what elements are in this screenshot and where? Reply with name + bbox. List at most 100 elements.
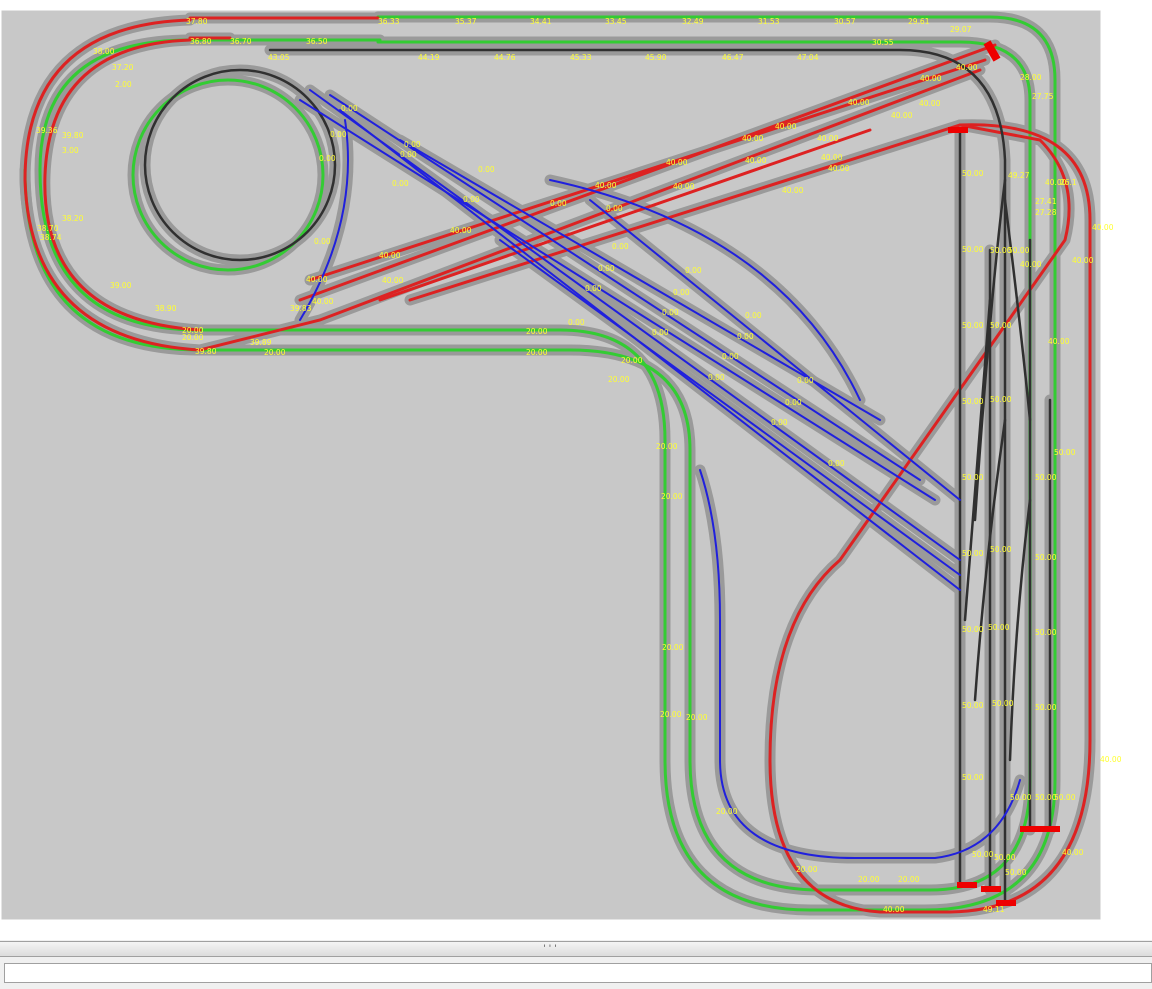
elevation-label-blue-fan: 0.00 — [737, 332, 754, 341]
elevation-label-blue-fan: 0.00 — [745, 311, 762, 320]
horizontal-scrollbar[interactable]: ''' — [0, 941, 1152, 957]
elevation-label-yard: 50.00 — [962, 625, 984, 634]
status-bar — [0, 958, 1152, 989]
elevation-label-blue-fan: 0.00 — [598, 264, 615, 273]
elevation-label-right-side: 27.28 — [1035, 208, 1057, 217]
elevation-label-right-side: 49.11 — [983, 905, 1005, 914]
elevation-label-yard: 50.00 — [1054, 793, 1076, 802]
elevation-label-yard: 50.00 — [990, 545, 1012, 554]
elevation-label-blue-fan: 0.00 — [722, 352, 739, 361]
elevation-label-top-row: 34.41 — [530, 17, 552, 26]
elevation-label-top-row: 35.37 — [455, 17, 477, 26]
elevation-label-red-ramp: 40.00 — [745, 156, 767, 165]
elevation-label-left-loop: 38.70 — [37, 224, 59, 233]
elevation-label-bottom-left: 39.89 — [250, 338, 272, 347]
elevation-label-top-row: 33.45 — [605, 17, 627, 26]
elevation-label-green-path: 20.00 — [526, 348, 548, 357]
elevation-label-yard: 50.00 — [1008, 246, 1030, 255]
elevation-label-red-ramp: 40.00 — [817, 134, 839, 143]
track-layout-drawing[interactable]: 37.80 36.33 35.37 34.41 33.45 32.49 31.53 30.57… — [0, 0, 1152, 940]
elevation-label-red-ramp: 40.00 — [848, 98, 870, 107]
elevation-label-blue-fan: 0.00 — [708, 373, 725, 382]
scrollbar-grip-icon[interactable]: ''' — [540, 944, 560, 954]
elevation-label-red-ramp: 40.00 — [306, 275, 328, 284]
elevation-label-red-ramp: 40.00 — [775, 122, 797, 131]
elevation-label-yard: 50.00 — [1035, 628, 1057, 637]
elevation-label-yard: 50.00 — [1035, 703, 1057, 712]
elevation-label-right-side: 40.00 — [883, 905, 905, 914]
elevation-label-yard: 50.00 — [988, 623, 1010, 632]
elevation-label-yard: 50.00 — [990, 321, 1012, 330]
elevation-label-top-row: 29.07 — [950, 25, 972, 34]
elevation-label-right-side: 40.00 — [1048, 337, 1070, 346]
elevation-label-green-path: 20.00 — [716, 807, 738, 816]
status-text-field — [4, 963, 1152, 983]
elevation-label-yard: 50.00 — [1010, 793, 1032, 802]
elevation-label-grey-row: 46.47 — [722, 53, 744, 62]
elevation-label-grey-row: 44.76 — [494, 53, 516, 62]
elevation-label-red-ramp: 40.00 — [919, 99, 941, 108]
elevation-label-right-side: 49.27 — [1008, 171, 1030, 180]
elevation-label-left-loop: 39.80 — [62, 131, 84, 140]
layout-board[interactable] — [0, 9, 1102, 921]
elevation-label-blue-fan: 0.00 — [478, 165, 495, 174]
elevation-label-blue-fan: 0.00 — [463, 195, 480, 204]
elevation-label-red-ramp: 40.00 — [782, 186, 804, 195]
layout-canvas-area[interactable]: 37.80 36.33 35.37 34.41 33.45 32.49 31.53 30.57… — [0, 0, 1152, 940]
elevation-label-blue-fan: 0.00 — [550, 199, 567, 208]
elevation-label-blue-fan: 0.00 — [400, 150, 417, 159]
elevation-label-red-ramp: 40.00 — [666, 158, 688, 167]
elevation-label-red-ramp: 40.00 — [673, 182, 695, 191]
elevation-label-blue-fan: 0.00 — [568, 318, 585, 327]
elevation-label-grey-row: 45.33 — [570, 53, 592, 62]
elevation-label-top-row: 29.61 — [908, 17, 930, 26]
elevation-label-red-ramp: 40.00 — [828, 164, 850, 173]
elevation-label-top-row: 36.33 — [378, 17, 400, 26]
elevation-label-right-side: 40.00 — [1100, 755, 1122, 764]
elevation-label-yard: 50.00 — [962, 473, 984, 482]
elevation-label-right-side: 40.00 — [1072, 256, 1094, 265]
elevation-label-left-loop: 36.50 — [306, 37, 328, 46]
elevation-label-red-ramp: 40.00 — [379, 251, 401, 260]
elevation-label-right-side: 27.41 — [1035, 197, 1057, 206]
elevation-label-blue-fan: 0.00 — [652, 328, 669, 337]
elevation-label-left-loop: 38.20 — [62, 214, 84, 223]
elevation-label-right-side: 40.00 — [1092, 223, 1114, 232]
elevation-label-bottom-left: 20.00 — [264, 348, 286, 357]
elevation-label-red-ramp: 40.00 — [382, 276, 404, 285]
elevation-label-left-loop: 39.00 — [110, 281, 132, 290]
elevation-label-yard: 50.00 — [962, 549, 984, 558]
elevation-label-blue-fan: 0.00 — [673, 288, 690, 297]
elevation-label-blue-fan: 0.00 — [785, 398, 802, 407]
elevation-label-yard: 50.00 — [1035, 473, 1057, 482]
elevation-label-yard: 50.00 — [1005, 868, 1027, 877]
elevation-label-green-path: 20.00 — [660, 710, 682, 719]
elevation-label-left-loop: 38.74 — [40, 233, 62, 242]
elevation-label-grey-row: 44.19 — [418, 53, 440, 62]
elevation-label-bottom-left: 39.80 — [195, 347, 217, 356]
elevation-label-red-ramp: 40.00 — [891, 111, 913, 120]
elevation-label-yard: 50.00 — [994, 853, 1016, 862]
elevation-label-left-loop: 38.90 — [155, 304, 177, 313]
elevation-label-yard: 50.00 — [962, 245, 984, 254]
elevation-label-blue-fan: 0.00 — [797, 376, 814, 385]
elevation-label-grey-row: 47.04 — [797, 53, 819, 62]
elevation-label-yard: 50.00 — [992, 699, 1014, 708]
elevation-label-red-ramp: 40.00 — [450, 226, 472, 235]
elevation-label-red-ramp: 40.00 — [956, 63, 978, 72]
elevation-label-grey-row: 30.55 — [872, 38, 894, 47]
elevation-label-yard: 50.00 — [1054, 448, 1076, 457]
elevation-label-blue-fan: 0.00 — [314, 237, 331, 246]
elevation-label-yard: 50.00 — [962, 397, 984, 406]
elevation-label-green-path: 20.00 — [898, 875, 920, 884]
elevation-label-green-path: 20.00 — [661, 492, 683, 501]
elevation-label-blue-fan: 0.00 — [685, 266, 702, 275]
elevation-label-green-path: 20.00 — [621, 356, 643, 365]
elevation-label-green-path: 20.00 — [686, 713, 708, 722]
elevation-label-left-loop: 38.00 — [93, 47, 115, 56]
elevation-label-yard: 50.00 — [990, 395, 1012, 404]
elevation-label-blue-fan: 0.00 — [319, 154, 336, 163]
elevation-label-left-loop: 39.36 — [36, 126, 58, 135]
elevation-label-top-row: 37.80 — [186, 17, 208, 26]
elevation-label-green-path: 20.00 — [656, 442, 678, 451]
